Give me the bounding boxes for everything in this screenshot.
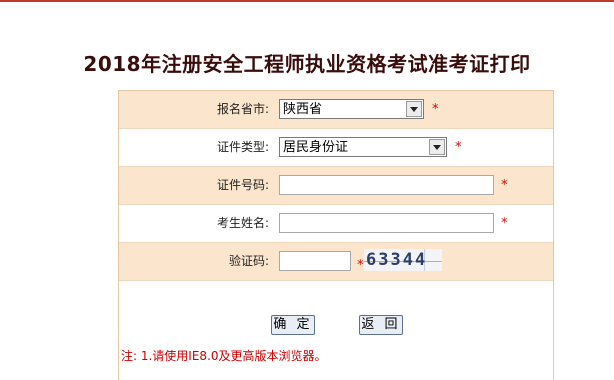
back-button[interactable]: 返 回 — [359, 315, 403, 335]
chevron-down-icon[interactable] — [429, 139, 445, 155]
browser-note: 注: 1.请使用IE8.0及更高版本浏览器。 — [121, 349, 327, 363]
captcha-image[interactable]: 63344 — [364, 249, 442, 271]
captcha-text: 63344 — [366, 250, 428, 270]
top-rule — [0, 0, 614, 2]
required-mark: * — [501, 216, 508, 231]
id-number-label: 证件号码: — [216, 178, 269, 192]
captcha-label: 验证码: — [228, 254, 269, 268]
required-mark: * — [455, 140, 462, 155]
id-number-input[interactable] — [279, 175, 494, 195]
province-select-value: 陕西省 — [283, 102, 323, 117]
id-type-select[interactable]: 居民身份证 — [279, 137, 447, 157]
required-mark: * — [501, 178, 508, 193]
row-province: 报名省市: 陕西省 * — [119, 91, 553, 129]
province-select[interactable]: 陕西省 — [279, 99, 424, 119]
id-type-label: 证件类型: — [216, 140, 269, 154]
row-captcha: 验证码: * 63344 — [119, 243, 553, 281]
row-id-type: 证件类型: 居民身份证 * — [119, 129, 553, 167]
captcha-input[interactable] — [279, 251, 351, 271]
name-label: 考生姓名: — [216, 216, 269, 230]
form-panel: 报名省市: 陕西省 * 证件类型: 居民身份证 * 证件号码: * 考生姓名: … — [118, 90, 554, 380]
row-id-number: 证件号码: * — [119, 167, 553, 205]
required-mark: * — [432, 102, 439, 117]
province-label: 报名省市: — [216, 102, 269, 116]
row-name: 考生姓名: * — [119, 205, 553, 243]
page-title: 2018年注册安全工程师执业资格考试准考证打印 — [83, 52, 531, 76]
chevron-down-icon[interactable] — [406, 101, 422, 117]
required-mark: * — [357, 258, 364, 273]
id-type-select-value: 居民身份证 — [283, 140, 349, 155]
name-input[interactable] — [279, 213, 494, 233]
confirm-button[interactable]: 确 定 — [271, 315, 315, 335]
